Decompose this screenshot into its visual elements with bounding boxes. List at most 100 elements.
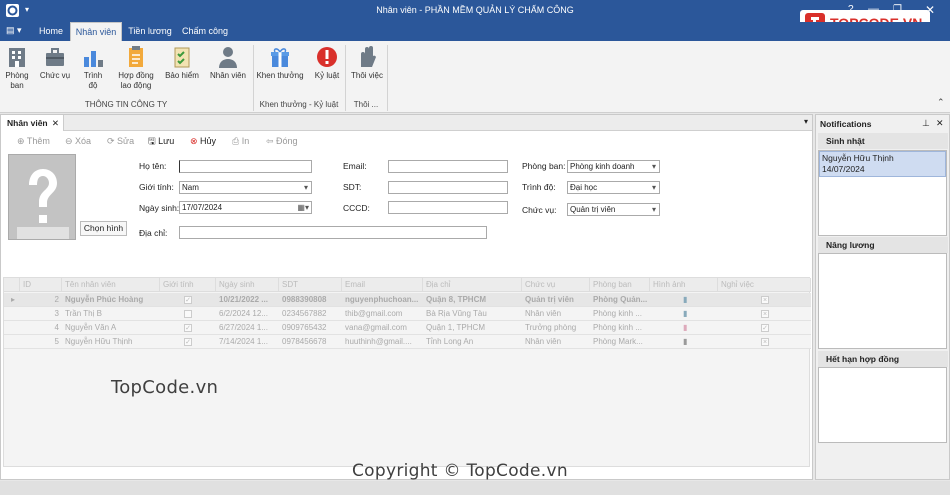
ky-luat-button[interactable]: Kỷ luật [310,45,344,81]
cell-name: Nguyễn Văn A [65,323,117,332]
table-row[interactable]: 5 Nguyễn Hữu Thịnh ✓ 7/14/2024 1... 0978… [4,335,811,349]
cell-id: 2 [54,295,59,304]
calendar-icon[interactable]: ▦▾ [297,202,309,213]
khen-thuong-button[interactable]: Khen thưởng [256,45,304,81]
thoi-viec-button[interactable]: Thôi việc [348,45,386,81]
contract-expiry-header: Hết hạn hợp đồng [818,351,948,367]
col-gioi-tinh[interactable]: Giới tính [160,278,216,292]
gift-icon [271,48,289,67]
level-select[interactable]: Đại học [567,181,660,194]
cell-position: Trưởng phòng [525,323,577,332]
bao-hiem-button[interactable]: Bảo hiểm [162,45,202,81]
ribbon-tabs: ▤ ▾ Home Nhân viên Tiền lương Chấm công [0,22,950,41]
cell-image-thumbnail-icon: ▮ [683,309,688,318]
raise-list[interactable] [818,253,947,349]
birthday-list[interactable]: Nguyễn Hữu Thịnh 14/07/2024 [818,150,947,236]
cell-gender-checkbox[interactable] [184,310,192,318]
position-select[interactable]: Quản trị viên [567,203,660,216]
cell-dept: Phòng Mark... [593,337,643,346]
panel-close-icon[interactable]: ✕ [936,118,944,129]
cell-email: nguyenphuchoan... [345,295,419,304]
cell-quit-checkbox[interactable]: × [761,338,769,346]
them-button[interactable]: ⊕ Thêm [17,134,50,148]
col-id[interactable]: ID [20,278,62,292]
tab-tien-luong[interactable]: Tiền lương [124,22,176,41]
dong-button[interactable]: ⇦ Đóng [266,134,298,148]
cell-position: Nhân viên [525,337,562,346]
xoa-button[interactable]: ⊖ Xóa [65,134,91,148]
tab-cham-cong[interactable]: Chấm công [178,22,232,41]
cell-gender-checkbox[interactable]: ✓ [184,338,192,346]
print-icon: ⎙ [232,136,242,146]
position-label: Chức vụ: [522,205,557,215]
trinh-do-button[interactable]: Trình độ [78,45,108,91]
cell-quit-checkbox[interactable]: × [761,310,769,318]
cell-address: Tỉnh Long An [426,337,474,346]
col-dia-chi[interactable]: Địa chỉ [423,278,522,292]
cell-email: vana@gmail.com [345,323,407,332]
table-row[interactable]: ▸ 2 Nguyễn Phúc Hoàng ✓ 10/21/2022 ... 0… [4,293,811,307]
hop-dong-button[interactable]: Hợp đồng lao động [114,45,158,91]
col-nghi-viec[interactable]: Nghỉ việc [718,278,811,292]
pin-icon[interactable]: ⊥ [922,118,930,129]
col-chuc-vu[interactable]: Chức vụ [522,278,590,292]
col-ten[interactable]: Tên nhân viên [62,278,160,292]
row-indicator-icon: ▸ [11,295,16,304]
document-tab-label: Nhân viên [7,118,48,128]
raise-header: Nâng lương [818,237,948,253]
chuc-vu-button[interactable]: Chức vụ [36,45,74,81]
file-menu-icon[interactable]: ▤ ▾ [6,25,26,38]
cell-dept: Phòng Quản... [593,295,648,304]
luu-button[interactable]: 🖫 Lưu [148,134,174,148]
dong-label: Đóng [276,136,298,146]
copyright-watermark: Copyright © TopCode.vn [352,461,568,481]
ky-luat-label: Kỷ luật [314,71,340,80]
dob-date-picker[interactable]: 17/07/2024 ▦▾ [179,201,312,214]
tab-nhan-vien[interactable]: Nhân viên [70,22,122,41]
cell-dob: 6/2/2024 12... [219,309,268,318]
col-ngay-sinh[interactable]: Ngày sinh [216,278,279,292]
phong-ban-button[interactable]: Phòng ban [2,45,32,91]
cell-quit-checkbox[interactable]: × [761,296,769,304]
title-bar: ▾ Nhân viên - PHẦN MỀM QUẢN LÝ CHẤM CÔNG… [0,0,950,36]
address-input[interactable] [179,226,487,239]
cell-name: Trần Thị B [65,309,102,318]
sua-button[interactable]: ⟳ Sửa [107,134,134,148]
document-tab-close-icon[interactable]: ✕ [52,115,59,131]
cell-image-thumbnail-icon: ▮ [683,323,688,332]
building-icon [9,48,25,67]
email-input[interactable] [388,160,508,173]
table-row[interactable]: 4 Nguyễn Văn A ✓ 6/27/2024 1... 09097654… [4,321,811,335]
notifications-panel: Notifications ⊥ ✕ Sinh nhật Nguyễn Hữu T… [815,114,950,480]
employee-grid[interactable]: ID Tên nhân viên Giới tính Ngày sinh SDT… [3,277,811,467]
gender-label: Giới tính: [139,182,174,192]
gender-select[interactable]: Nam [179,181,312,194]
save-icon: 🖫 [148,136,159,146]
collapse-ribbon-icon[interactable]: ⌃ [937,97,945,108]
nhan-vien-button[interactable]: Nhân viên [206,45,250,81]
cell-quit-checkbox[interactable]: ✓ [761,324,769,332]
tab-home[interactable]: Home [33,22,69,41]
dept-select[interactable]: Phòng kinh doanh [567,160,660,173]
table-row[interactable]: 3 Trần Thị B 6/2/2024 12... 0234567882 t… [4,307,811,321]
list-item[interactable]: Nguyễn Hữu Thịnh 14/07/2024 [819,151,946,177]
them-label: Thêm [26,136,50,146]
phone-input[interactable] [388,181,508,194]
huy-button[interactable]: ⊗ Hủy [190,134,216,148]
cell-gender-checkbox[interactable]: ✓ [184,296,192,304]
col-email[interactable]: Email [342,278,423,292]
in-button[interactable]: ⎙ In [232,134,249,148]
document-tab-nhan-vien[interactable]: Nhân viên ✕ [1,115,64,131]
col-hinh-anh[interactable]: Hình ảnh [650,278,718,292]
choose-image-button[interactable]: Chọn hình [80,221,127,236]
contract-expiry-list[interactable] [818,367,947,443]
cccd-input[interactable] [388,201,508,214]
name-input[interactable] [179,160,312,173]
employee-photo [8,154,76,240]
plus-icon: ⊕ [17,136,27,146]
phong-ban-label: Phòng ban [5,71,29,90]
cell-gender-checkbox[interactable]: ✓ [184,324,192,332]
col-sdt[interactable]: SDT [279,278,342,292]
tab-list-dropdown-icon[interactable]: ▾ [804,117,808,126]
col-phong-ban[interactable]: Phòng ban [590,278,650,292]
